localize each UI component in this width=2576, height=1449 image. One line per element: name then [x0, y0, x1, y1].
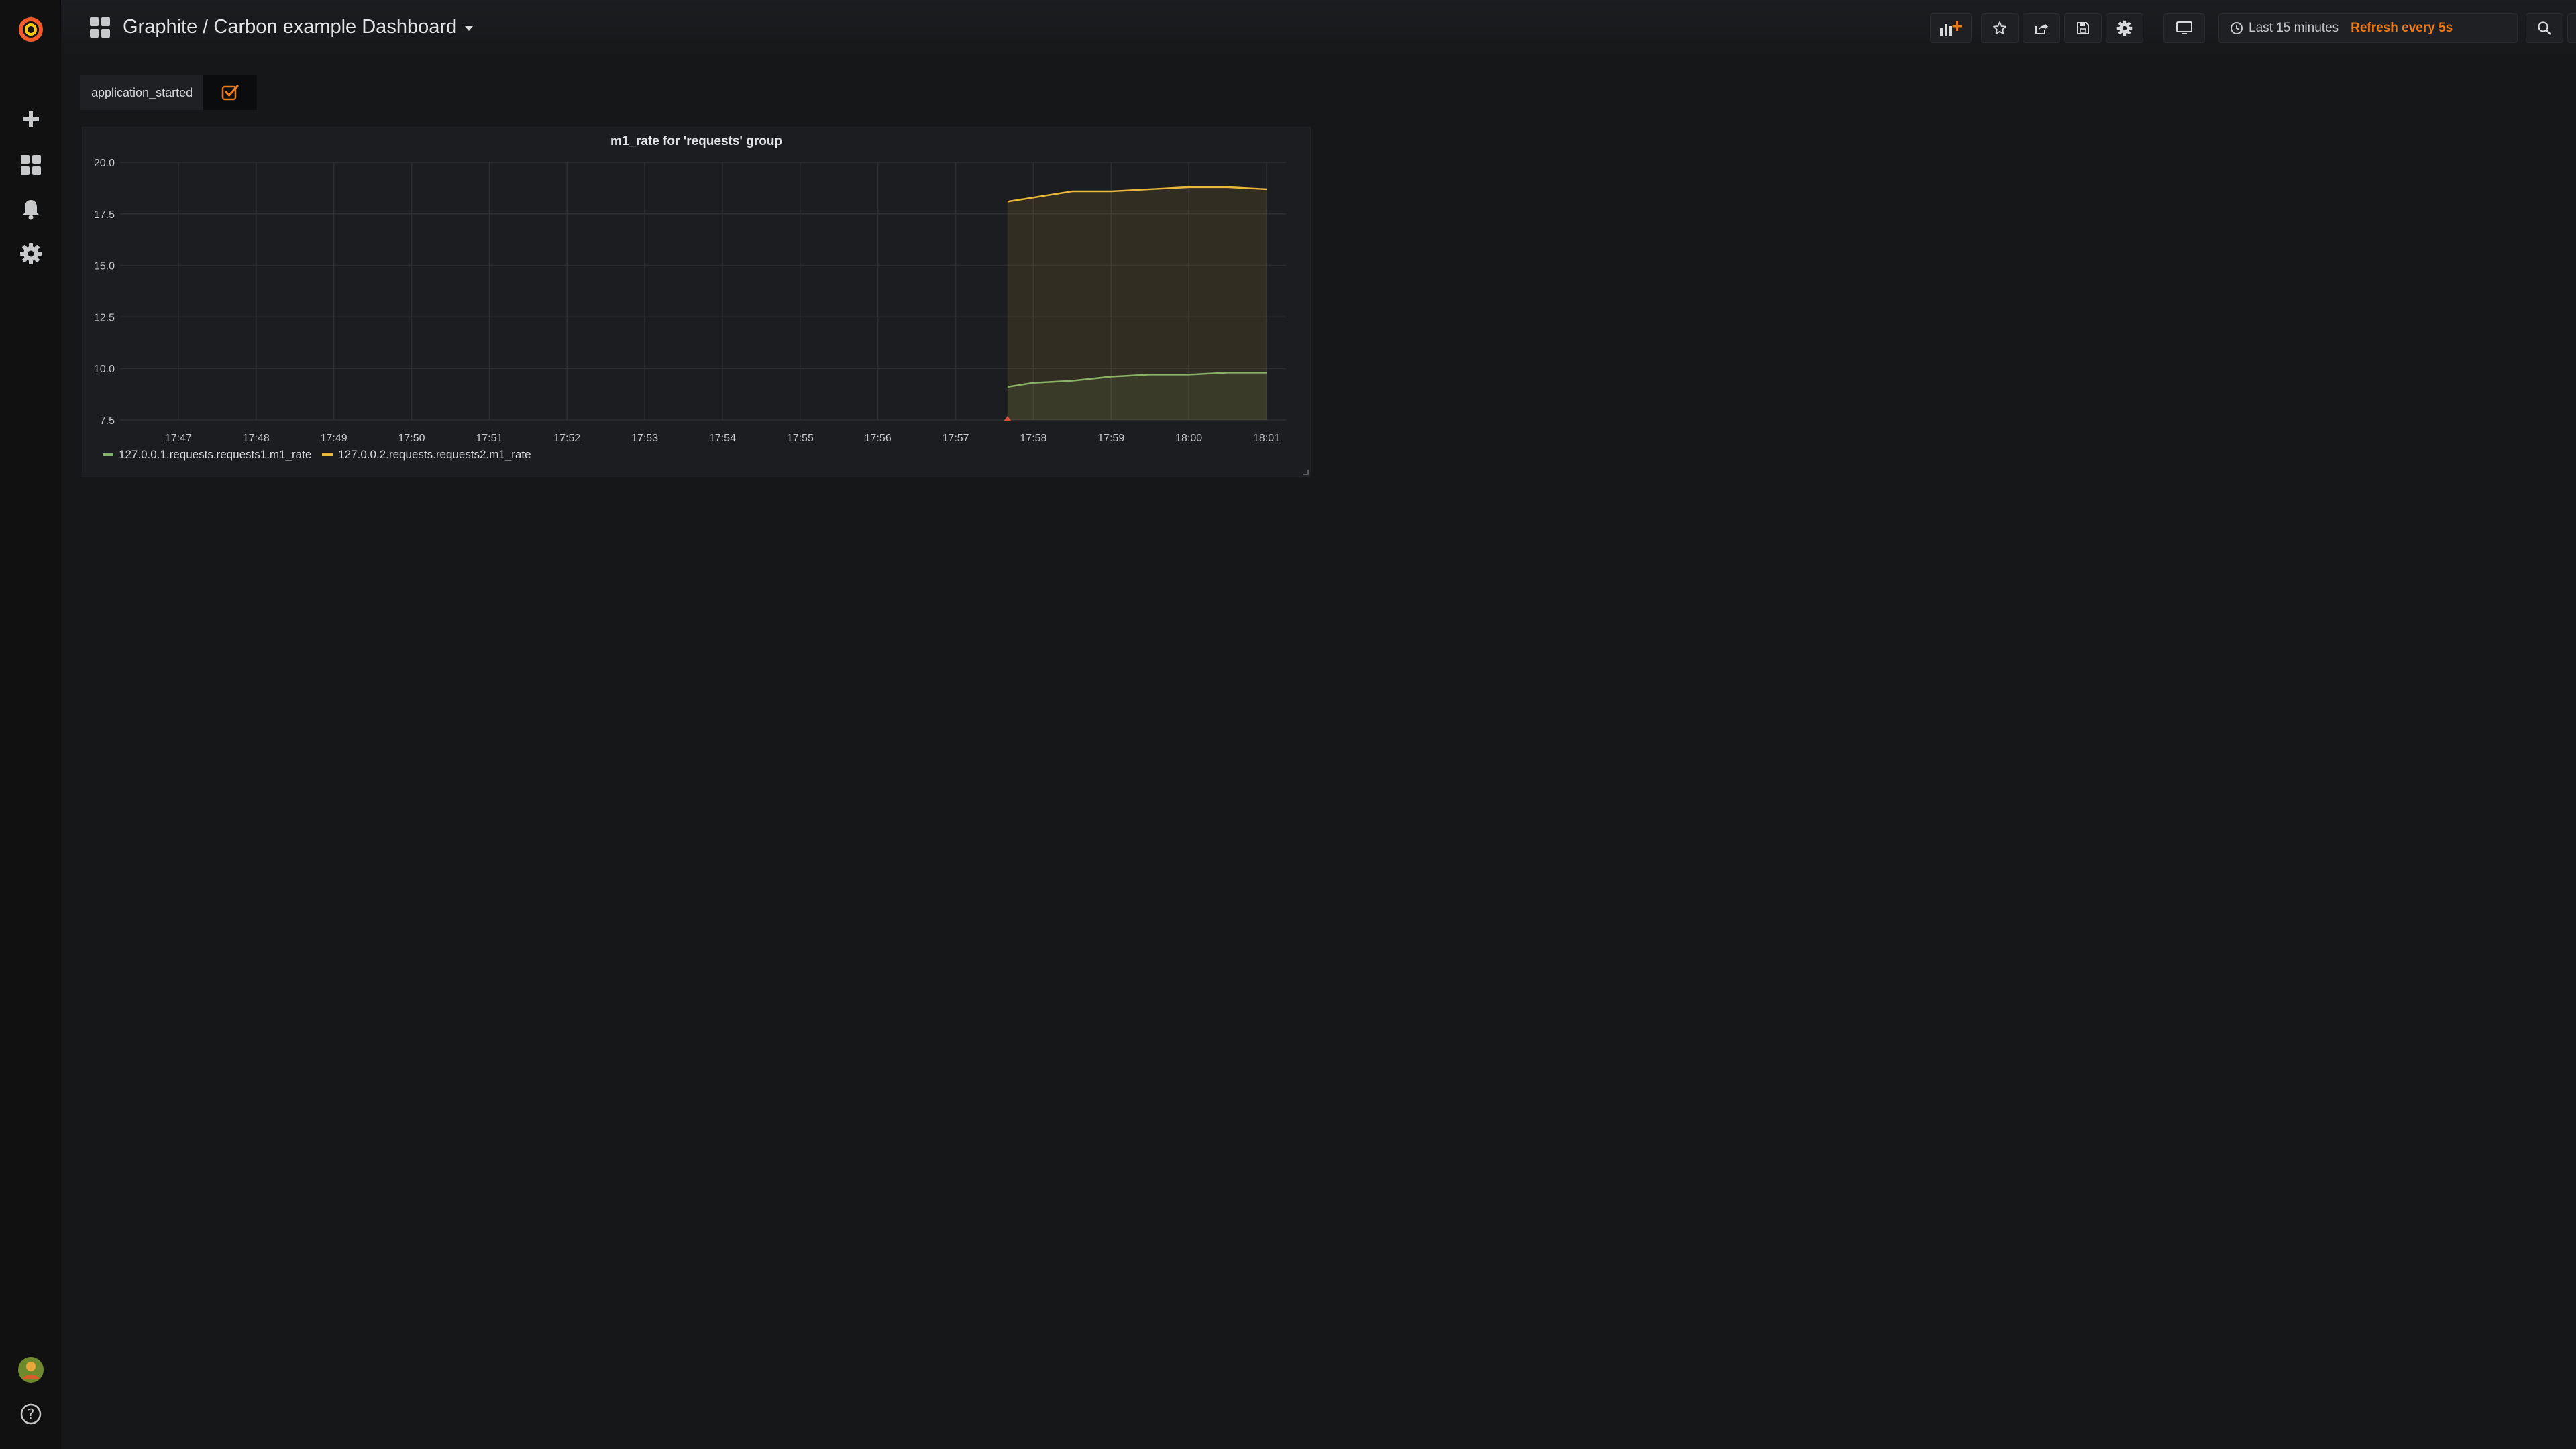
- star-button[interactable]: [1981, 13, 2019, 43]
- legend-swatch: [103, 453, 113, 456]
- series-area-2: [1007, 186, 1267, 420]
- dashboard-apps-icon: [90, 17, 110, 38]
- grafana-logo-icon: [18, 16, 43, 42]
- avatar-icon: [17, 1357, 44, 1383]
- x-tick-label: 17:56: [865, 433, 892, 443]
- add-panel-button[interactable]: [1930, 13, 1972, 43]
- add-panel-icon: [1940, 21, 1962, 36]
- bell-icon: [21, 200, 40, 220]
- gear-icon: [2116, 20, 2133, 36]
- time-range-label: Last 15 minutes: [2249, 21, 2339, 35]
- line-chart: 20.0 17.5 15.0 12.5 10.0 7.5 17:47 17:48 17:49 17…: [94, 158, 1286, 443]
- sidebar: ?: [0, 0, 61, 1449]
- dashboard-title: Graphite / Carbon example Dashboard: [123, 16, 458, 38]
- refresh-interval-label: Refresh every 5s: [2351, 21, 2453, 35]
- sidebar-item-alerting[interactable]: [0, 188, 61, 231]
- svg-text:?: ?: [27, 1406, 34, 1422]
- x-tick-label: 17:54: [709, 433, 736, 443]
- x-tick-label: 17:59: [1097, 433, 1124, 443]
- sidebar-item-profile[interactable]: [0, 1348, 61, 1391]
- gear-icon: [19, 243, 42, 264]
- caret-down-icon: [465, 25, 474, 31]
- x-tick-label: 18:01: [1253, 433, 1280, 443]
- save-button[interactable]: [2064, 13, 2102, 43]
- zoom-out-button[interactable]: [2526, 13, 2563, 43]
- x-tick-label: 18:00: [1175, 433, 1202, 443]
- x-tick-label: 17:50: [398, 433, 425, 443]
- legend-swatch: [322, 453, 333, 456]
- x-tick-label: 17:51: [476, 433, 502, 443]
- x-tick-label: 17:49: [321, 433, 347, 443]
- y-tick-label: 7.5: [100, 415, 115, 427]
- sidebar-item-configuration[interactable]: [0, 232, 61, 275]
- refresh-button[interactable]: [2567, 13, 2576, 43]
- x-tick-label: 17:52: [553, 433, 580, 443]
- x-tick-label: 17:58: [1020, 433, 1046, 443]
- annotation-toggle: application_started: [80, 75, 258, 110]
- x-tick-label: 17:53: [631, 433, 658, 443]
- x-tick-label: 17:55: [787, 433, 814, 443]
- x-tick-label: 17:48: [243, 433, 270, 443]
- annotation-label: application_started: [80, 75, 204, 110]
- monitor-icon: [2176, 21, 2192, 34]
- y-tick-label: 12.5: [94, 312, 115, 323]
- grafana-logo[interactable]: [0, 8, 61, 51]
- save-icon: [2077, 22, 2089, 34]
- chart-legend: 127.0.0.1.requests.requests1.m1_rate 127.…: [103, 448, 531, 462]
- dashboard-picker[interactable]: Graphite / Carbon example Dashboard: [123, 15, 474, 39]
- share-button[interactable]: [2023, 13, 2060, 43]
- star-icon: [1993, 21, 2006, 35]
- plus-icon: [22, 111, 39, 127]
- legend-label: 127.0.0.1.requests.requests1.m1_rate: [119, 448, 312, 461]
- question-icon: ?: [20, 1403, 41, 1425]
- search-icon: [2538, 21, 2551, 35]
- legend-item[interactable]: 127.0.0.1.requests.requests1.m1_rate: [103, 448, 311, 462]
- settings-button[interactable]: [2106, 13, 2143, 43]
- sidebar-item-create[interactable]: [0, 98, 61, 141]
- share-icon: [2035, 23, 2048, 34]
- y-tick-label: 20.0: [94, 158, 115, 169]
- y-tick-label: 17.5: [94, 209, 115, 221]
- x-tick-label: 17:47: [165, 433, 192, 443]
- legend-label: 127.0.0.2.requests.requests2.m1_rate: [338, 448, 531, 461]
- tv-mode-button[interactable]: [2163, 13, 2205, 43]
- y-tick-label: 15.0: [94, 261, 115, 272]
- time-range-picker[interactable]: Last 15 minutes Refresh every 5s: [2218, 13, 2518, 43]
- annotation-checkbox[interactable]: [203, 75, 258, 110]
- top-navbar: Graphite / Carbon example Dashboard Last…: [61, 0, 2576, 56]
- x-tick-label: 17:57: [943, 433, 969, 443]
- legend-item[interactable]: 127.0.0.2.requests.requests2.m1_rate: [322, 448, 531, 462]
- checkbox-checked-icon: [221, 85, 239, 101]
- apps-icon: [20, 155, 41, 175]
- panel-resize-handle[interactable]: [1303, 470, 1309, 475]
- sidebar-item-dashboards[interactable]: [0, 144, 61, 186]
- y-tick-label: 10.0: [94, 364, 115, 375]
- clock-icon: [2231, 22, 2243, 34]
- graph-panel: m1_rate for 'requests' group 20.0 17.5 15.…: [82, 127, 1311, 477]
- sidebar-item-help[interactable]: ?: [0, 1393, 61, 1436]
